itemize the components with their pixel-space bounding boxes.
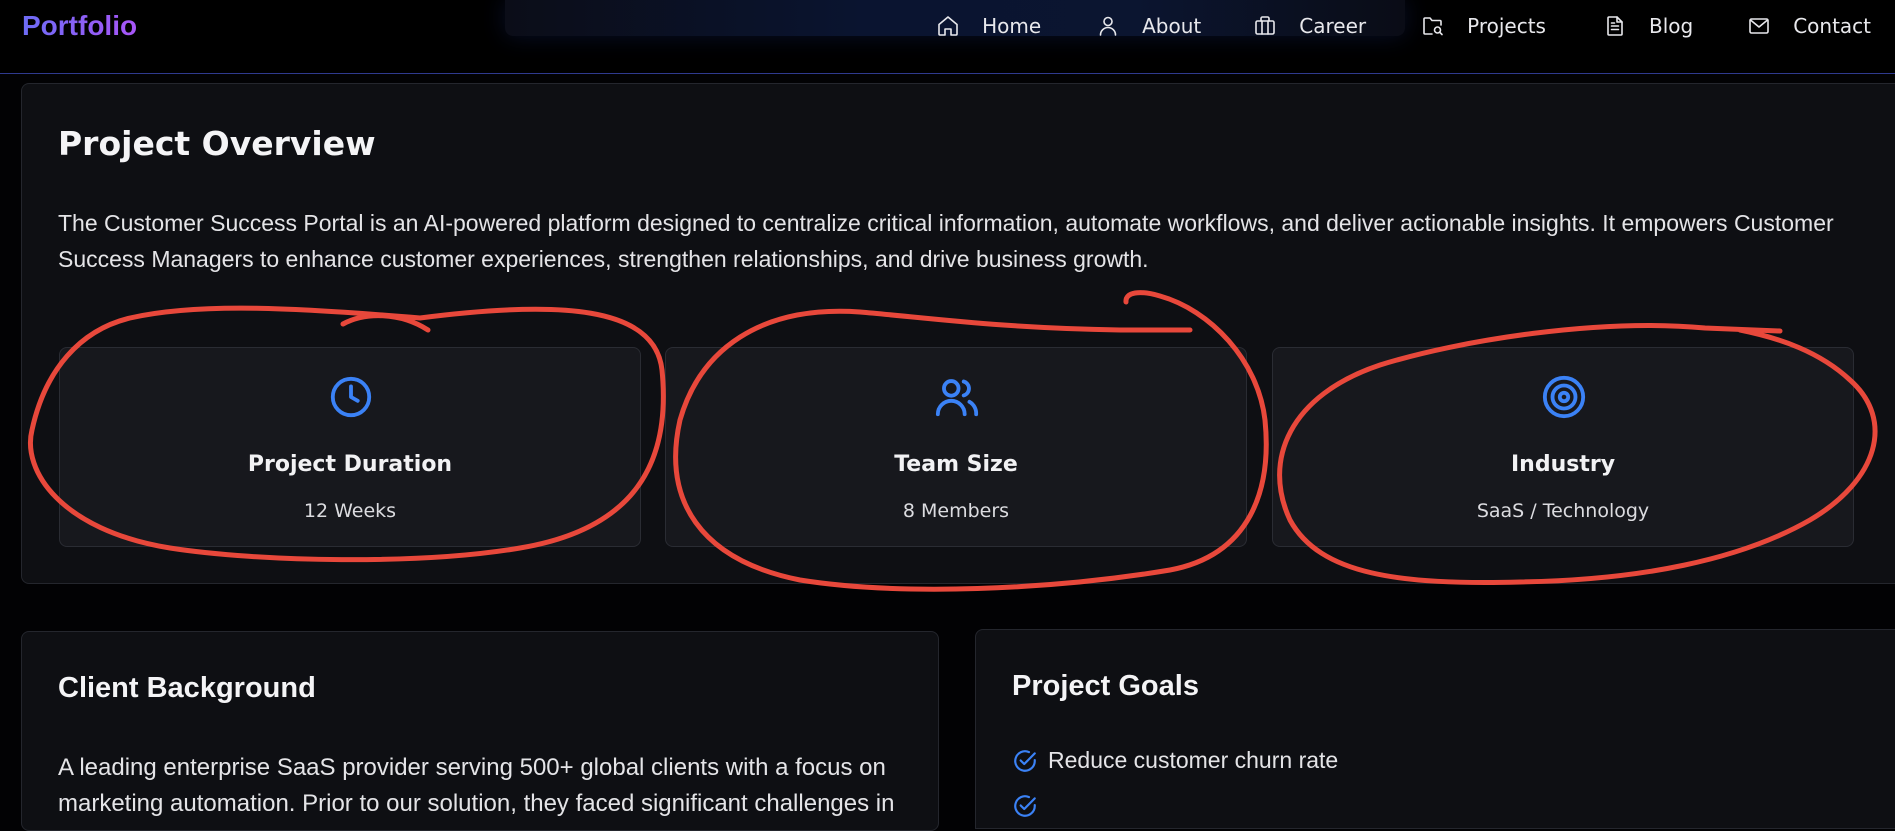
check-circle-icon: [1014, 749, 1036, 772]
project-overview-card: Project Overview The Customer Success Po…: [21, 83, 1895, 584]
target-icon: [1542, 375, 1586, 419]
nav-item-home[interactable]: Home: [936, 0, 1041, 52]
check-circle-icon: [1014, 795, 1036, 817]
nav-menu: Home About Career Projects Blog Contact: [936, 0, 1895, 52]
document-icon: [1607, 16, 1623, 36]
nav-item-label: Career: [1299, 14, 1367, 38]
stat-card-industry: Industry SaaS / Technology: [1272, 347, 1854, 547]
client-background-card: Client Background A leading enterprise S…: [21, 631, 939, 831]
stat-label: Industry: [1510, 452, 1616, 477]
nav-item-label: About: [1142, 14, 1202, 38]
goal-label: Reduce customer churn rate: [1048, 747, 1339, 773]
mail-icon: [1749, 18, 1769, 34]
nav-item-label: Contact: [1793, 14, 1871, 38]
stat-value: 8 Members: [902, 500, 1010, 522]
stat-value: 12 Weeks: [303, 500, 397, 522]
home-icon: [938, 16, 958, 36]
section-title: Project Goals: [1012, 670, 1199, 702]
client-description: A leading enterprise SaaS provider servi…: [58, 754, 895, 817]
stat-value: SaaS / Technology: [1476, 500, 1650, 522]
nav-item-projects[interactable]: Projects: [1421, 0, 1546, 52]
nav-item-label: Home: [982, 14, 1042, 38]
users-icon: [935, 379, 979, 417]
stat-label: Project Duration: [247, 452, 453, 477]
user-icon: [1099, 16, 1117, 36]
nav-item-label: Blog: [1648, 14, 1694, 38]
folder-search-icon: [1423, 17, 1443, 36]
stat-label: Team Size: [894, 452, 1018, 477]
nav-item-blog[interactable]: Blog: [1603, 0, 1693, 52]
logo[interactable]: Portfolio: [22, 10, 137, 42]
nav-item-label: Projects: [1467, 14, 1546, 38]
section-title: Project Overview: [58, 124, 376, 163]
nav-item-career[interactable]: Career: [1253, 0, 1366, 52]
stat-card-duration: Project Duration 12 Weeks: [59, 347, 641, 547]
stat-card-team-size: Team Size 8 Members: [665, 347, 1247, 547]
goal-item: Reduce customer churn rate: [1012, 747, 1338, 774]
section-title: Client Background: [58, 672, 316, 704]
overview-description: The Customer Success Portal is an AI-pow…: [58, 210, 1834, 272]
project-goals-card: Project Goals Reduce customer churn rate: [975, 629, 1895, 829]
top-navbar: Portfolio Home About Career Projects Blo…: [0, 0, 1895, 74]
goal-item: [1012, 793, 1048, 819]
clock-icon: [330, 376, 372, 418]
briefcase-icon: [1255, 16, 1276, 35]
nav-item-contact[interactable]: Contact: [1747, 0, 1871, 52]
nav-item-about[interactable]: About: [1096, 0, 1201, 52]
